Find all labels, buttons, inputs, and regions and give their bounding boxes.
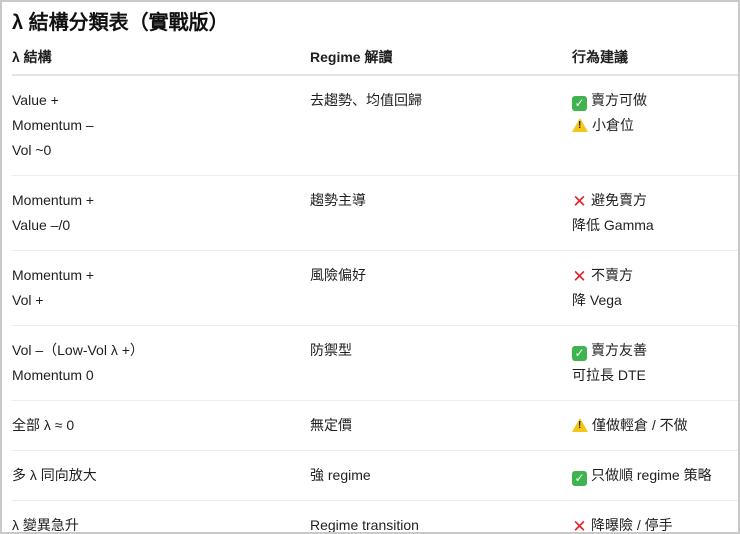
table-row: 全部 λ ≈ 0 無定價 僅做輕倉 / 不做 — [12, 400, 738, 451]
structure-line: Vol –（Low-Vol λ +） — [12, 342, 144, 358]
regime-line: 無定價 — [310, 417, 352, 433]
action-line: 降 Vega — [572, 288, 738, 313]
action-text: 可拉長 DTE — [572, 367, 646, 383]
action-text: 小倉位 — [592, 117, 634, 133]
structure-line: Momentum + — [12, 192, 95, 208]
action-text: 只做順 regime 策略 — [591, 467, 712, 483]
action-line: ✓ 賣方友善 — [572, 338, 738, 363]
action-cell: ✓ 賣方可做小倉位 — [572, 75, 738, 176]
page-title: λ 結構分類表（實戰版） — [12, 12, 229, 34]
action-text: 僅做輕倉 / 不做 — [592, 417, 688, 433]
cross-mark-icon: ✕ — [572, 192, 587, 211]
warning-icon — [572, 118, 588, 132]
check-mark-icon: ✓ — [572, 471, 587, 486]
structure-cell: Momentum + Vol + — [12, 250, 310, 326]
action-cell: ✕ 不賣方降 Vega — [572, 250, 738, 326]
action-line: ✓ 只做順 regime 策略 — [572, 463, 738, 488]
lambda-structure-table: λ 結構 Regime 解讀 行為建議 Value + Momentum – Vol… — [12, 40, 738, 534]
check-mark-icon: ✓ — [572, 346, 587, 361]
structure-cell: Vol –（Low-Vol λ +） Momentum 0 — [12, 325, 310, 401]
regime-line: 趨勢主導 — [310, 192, 366, 208]
table-row: Value + Momentum – Vol ~0 去趨勢、均值回歸 ✓ 賣方可做小倉位 — [12, 75, 738, 176]
cross-mark-icon: ✕ — [572, 517, 587, 534]
warning-icon — [572, 418, 588, 432]
action-line: ✓ 賣方可做 — [572, 88, 738, 113]
action-line: ✕ 不賣方 — [572, 263, 738, 288]
document-frame: λ 結構分類表（實戰版） λ 結構 Regime 解讀 行為建議 Value +… — [0, 0, 740, 534]
regime-cell: 無定價 — [310, 400, 572, 451]
header-action: 行為建議 — [572, 40, 738, 76]
regime-line: 防禦型 — [310, 342, 352, 358]
structure-line: 全部 λ ≈ 0 — [12, 417, 75, 433]
regime-cell: Regime transition — [310, 501, 572, 533]
structure-cell: Value + Momentum – Vol ~0 — [12, 75, 310, 176]
action-text: 賣方友善 — [591, 342, 647, 358]
action-cell: 僅做輕倉 / 不做 — [572, 400, 738, 451]
action-line: 可拉長 DTE — [572, 363, 738, 388]
action-text: 賣方可做 — [591, 92, 647, 108]
regime-line: 風險偏好 — [310, 267, 366, 283]
action-text: 降 Vega — [572, 292, 622, 308]
structure-line: Value –/0 — [12, 217, 71, 233]
table-row: Momentum + Value –/0 趨勢主導 ✕ 避免賣方降低 Gamma — [12, 175, 738, 251]
structure-line: Value + — [12, 92, 59, 108]
structure-line: Momentum + — [12, 267, 95, 283]
table-row: Momentum + Vol + 風險偏好 ✕ 不賣方降 Vega — [12, 250, 738, 326]
structure-cell: 全部 λ ≈ 0 — [12, 400, 310, 451]
check-mark-icon: ✓ — [572, 96, 587, 111]
table-row: λ 變異急升 Regime transition ✕ 降曝險 / 停手 — [12, 501, 738, 534]
action-cell: ✓ 只做順 regime 策略 — [572, 450, 738, 501]
action-text: 降曝險 / 停手 — [591, 517, 673, 533]
header-regime: Regime 解讀 — [310, 40, 572, 76]
action-line: ✕ 降曝險 / 停手 — [572, 513, 738, 534]
action-line: 小倉位 — [572, 113, 738, 138]
action-cell: ✓ 賣方友善可拉長 DTE — [572, 325, 738, 401]
action-line: ✕ 避免賣方 — [572, 188, 738, 213]
cross-mark-icon: ✕ — [572, 267, 587, 286]
structure-line: 多 λ 同向放大 — [12, 467, 97, 483]
regime-cell: 強 regime — [310, 450, 572, 501]
regime-cell: 防禦型 — [310, 325, 572, 401]
action-line: 僅做輕倉 / 不做 — [572, 413, 738, 438]
structure-line: Vol ~0 — [12, 142, 52, 158]
structure-cell: 多 λ 同向放大 — [12, 450, 310, 501]
regime-line: 強 regime — [310, 467, 371, 483]
action-text: 不賣方 — [591, 267, 633, 283]
regime-line: Regime transition — [310, 517, 419, 533]
action-cell: ✕ 降曝險 / 停手 — [572, 501, 738, 534]
table-row: Vol –（Low-Vol λ +） Momentum 0 防禦型 ✓ 賣方友善可拉長 … — [12, 325, 738, 401]
regime-cell: 趨勢主導 — [310, 175, 572, 251]
structure-line: Momentum – — [12, 117, 94, 133]
table-row: 多 λ 同向放大 強 regime ✓ 只做順 regime 策略 — [12, 450, 738, 501]
action-text: 降低 Gamma — [572, 217, 654, 233]
action-line: 降低 Gamma — [572, 213, 738, 238]
table-header-row: λ 結構 Regime 解讀 行為建議 — [12, 40, 738, 76]
structure-cell: λ 變異急升 — [12, 501, 310, 533]
regime-line: 去趨勢、均值回歸 — [310, 92, 422, 108]
action-text: 避免賣方 — [591, 192, 647, 208]
structure-line: λ 變異急升 — [12, 517, 79, 533]
header-structure: λ 結構 — [12, 40, 310, 76]
regime-cell: 去趨勢、均值回歸 — [310, 75, 572, 176]
action-cell: ✕ 避免賣方降低 Gamma — [572, 175, 738, 251]
structure-line: Momentum 0 — [12, 367, 94, 383]
structure-cell: Momentum + Value –/0 — [12, 175, 310, 251]
regime-cell: 風險偏好 — [310, 250, 572, 326]
structure-line: Vol + — [12, 292, 44, 308]
